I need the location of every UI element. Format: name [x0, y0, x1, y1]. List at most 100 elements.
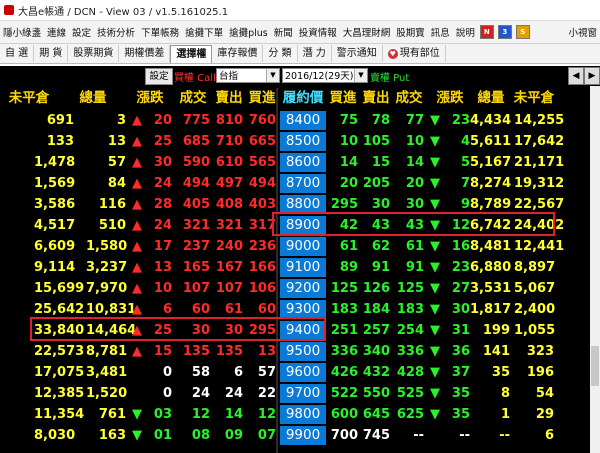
cell-p-oi: 2,400 — [514, 302, 556, 317]
menu-item[interactable]: 說明 — [453, 25, 478, 39]
column-header[interactable]: 漲跌 — [130, 88, 170, 108]
underlying-select[interactable]: 台指 ▼ — [216, 68, 280, 83]
menu-item[interactable]: 技術分析 — [94, 25, 138, 39]
cell-p-oi: 323 — [526, 344, 554, 359]
menu-item[interactable]: 設定 — [69, 25, 94, 39]
column-header[interactable]: 賣出 — [360, 88, 392, 108]
cell-p-last: 336 — [396, 344, 424, 359]
cell-p-chg: 4 — [460, 134, 470, 149]
table-row[interactable]: 12,385 1,520 0 24 24 22 9700 522 550 525 ▼ 35 8 54 — [0, 383, 600, 404]
cell-p-chg: 7 — [460, 176, 470, 191]
tab-item[interactable]: 警示通知 — [332, 45, 383, 62]
menu-item[interactable]: 大昌理財網 — [340, 25, 394, 39]
tab-item[interactable]: 庫存報價 — [212, 45, 264, 62]
tab-item[interactable]: 選擇權 — [170, 44, 213, 63]
cell-c-oi: 1,478 — [34, 155, 76, 170]
cell-p-last: -- — [413, 428, 424, 443]
menu-item[interactable]: 連線 — [44, 25, 69, 39]
menu-item[interactable]: 下單帳務 — [138, 25, 182, 39]
cell-c-bid: 236 — [248, 239, 276, 254]
column-header[interactable]: 買進 — [246, 88, 278, 108]
cell-c-chg: 30 — [153, 155, 172, 170]
menu-item[interactable]: 新聞 — [271, 25, 296, 39]
tab-item[interactable]: ♥ 現有部位 — [383, 45, 446, 62]
column-header[interactable]: 漲跌 — [428, 88, 472, 108]
cell-p-chg: 27 — [451, 281, 470, 296]
table-row[interactable]: 15,699 7,970 ▲ 10 107 107 106 9200 125 126 125 ▼ 27 3… — [0, 278, 600, 299]
cell-c-vol: 57 — [107, 155, 126, 170]
column-header[interactable]: 履約價 — [280, 88, 326, 108]
table-row[interactable]: 691 3 ▲ 20 775 810 760 8400 75 78 77 ▼ 23 4,434 14,255 — [0, 110, 600, 131]
table-row[interactable]: 6,609 1,580 ▲ 17 237 240 236 9000 61 62 61 ▼ 16 8,481… — [0, 236, 600, 257]
cell-c-bid: 760 — [248, 113, 276, 128]
menu-item[interactable]: 訊息 — [428, 25, 453, 39]
tab-item[interactable]: 期 貨 — [34, 45, 69, 62]
chevron-down-icon[interactable]: ▼ — [354, 69, 367, 82]
column-header[interactable]: 成交 — [174, 88, 212, 108]
tab-item[interactable]: 自 選 — [0, 45, 35, 62]
scroll-thumb[interactable] — [591, 346, 599, 386]
table-row[interactable]: 11,354 761 ▼ 03 12 14 12 9800 600 645 625 ▼ 35 1 29 — [0, 404, 600, 425]
table-row[interactable]: 3,586 116 ▲ 28 405 408 403 8800 295 30 30 ▼ 9 8,789 22… — [0, 194, 600, 215]
table-row[interactable]: 33,840 14,464 ▲ 25 30 30 295 9400 251 257 254 ▼ 31 19… — [0, 320, 600, 341]
toolbar-icon[interactable]: 3 — [497, 25, 512, 39]
cell-c-oi: 691 — [46, 113, 74, 128]
table-row[interactable]: 1,569 84 ▲ 24 494 497 494 8700 20 205 20 ▼ 7 8,274 19,… — [0, 173, 600, 194]
column-header[interactable]: 未平倉 — [2, 88, 56, 108]
table-row[interactable]: 1,478 57 ▲ 30 590 610 565 8600 14 15 14 ▼ 5 5,167 21,1… — [0, 152, 600, 173]
column-header[interactable]: 成交 — [392, 88, 426, 108]
menu-item[interactable]: 投資情報 — [296, 25, 340, 39]
app-icon — [4, 5, 14, 15]
menu-item[interactable]: 股期寶 — [393, 25, 428, 39]
table-row[interactable]: 8,030 163 ▼ 01 08 09 07 9900 700 745 -- -- -- 6 — [0, 425, 600, 446]
cell-p-chg: 31 — [451, 323, 470, 338]
tab-item[interactable]: 股票期貨 — [68, 45, 120, 62]
cell-c-bid: 403 — [248, 197, 276, 212]
table-row[interactable]: 22,573 8,781 ▲ 15 135 135 13 9500 336 340 336 ▼ 36 14… — [0, 341, 600, 362]
cell-c-bid: 317 — [248, 218, 276, 233]
cell-p-last: 125 — [396, 281, 424, 296]
column-header[interactable]: 賣出 — [212, 88, 246, 108]
cell-c-oi: 8,030 — [34, 428, 76, 443]
tab-label: 股票期貨 — [73, 48, 114, 59]
table-row[interactable]: 133 13 ▲ 25 685 710 665 8500 10 105 10 ▼ 4 5,611 17,64… — [0, 131, 600, 152]
table-row[interactable]: 25,642 10,831 ▲ 6 60 61 60 9300 183 184 183 ▼ 30 1,81… — [0, 299, 600, 320]
cell-c-chg: 01 — [153, 428, 172, 443]
cell-c-bid: 295 — [248, 323, 276, 338]
menu-item[interactable]: 搶攤下單 — [182, 25, 226, 39]
column-header[interactable]: 總量 — [58, 88, 128, 108]
cell-c-oi: 9,114 — [34, 260, 76, 275]
column-header[interactable]: 買進 — [328, 88, 358, 108]
table-row[interactable]: 4,517 510 ▲ 24 321 321 317 8900 42 43 43 ▼ 12 6,742 24… — [0, 215, 600, 236]
next-icon[interactable]: ▶ — [584, 67, 600, 85]
cell-c-chg: 17 — [153, 239, 172, 254]
prev-icon[interactable]: ◀ — [568, 67, 584, 85]
cell-c-vol: 3,237 — [86, 260, 128, 275]
expiry-select[interactable]: 2016/12(29天) ▼ — [282, 68, 368, 83]
cell-c-chg: 20 — [153, 113, 172, 128]
cell-c-oi: 4,517 — [34, 218, 76, 233]
tab-item[interactable]: 期權價差 — [119, 45, 171, 62]
cell-c-vol: 10,831 — [86, 302, 137, 317]
menu-item[interactable]: 搶攤plus — [226, 25, 271, 39]
cell-c-oi: 17,075 — [34, 365, 85, 380]
tab-item[interactable]: 潛 力 — [298, 45, 332, 62]
table-row[interactable]: 9,114 3,237 ▲ 13 165 167 166 9100 89 91 91 ▼ 23 6,880… — [0, 257, 600, 278]
cell-p-vol: 1,817 — [470, 302, 512, 317]
column-header[interactable]: 未平倉 — [510, 88, 558, 108]
toolbar-icon[interactable]: N — [479, 25, 494, 39]
mini-window-button[interactable]: 小視窗 — [565, 25, 600, 39]
chevron-down-icon[interactable]: ▼ — [266, 69, 279, 82]
cell-p-oi: 5,067 — [514, 281, 556, 296]
tab-label: 選擇權 — [176, 48, 207, 60]
tab-item[interactable]: 分 類 — [263, 45, 298, 62]
cell-c-vol: 7,970 — [86, 281, 128, 296]
cell-p-chg: 9 — [460, 197, 470, 212]
toolbar-icon[interactable]: S — [515, 25, 530, 39]
table-row[interactable]: 17,075 3,481 0 58 6 57 9600 426 432 428 ▼ 37 35 196 — [0, 362, 600, 383]
settings-button[interactable]: 設定 — [145, 68, 173, 85]
cell-c-bid: 494 — [248, 176, 276, 191]
column-header[interactable]: 總量 — [472, 88, 510, 108]
scrollbar[interactable] — [590, 86, 600, 453]
menu-item[interactable]: 隱小綠盞 — [0, 25, 44, 39]
